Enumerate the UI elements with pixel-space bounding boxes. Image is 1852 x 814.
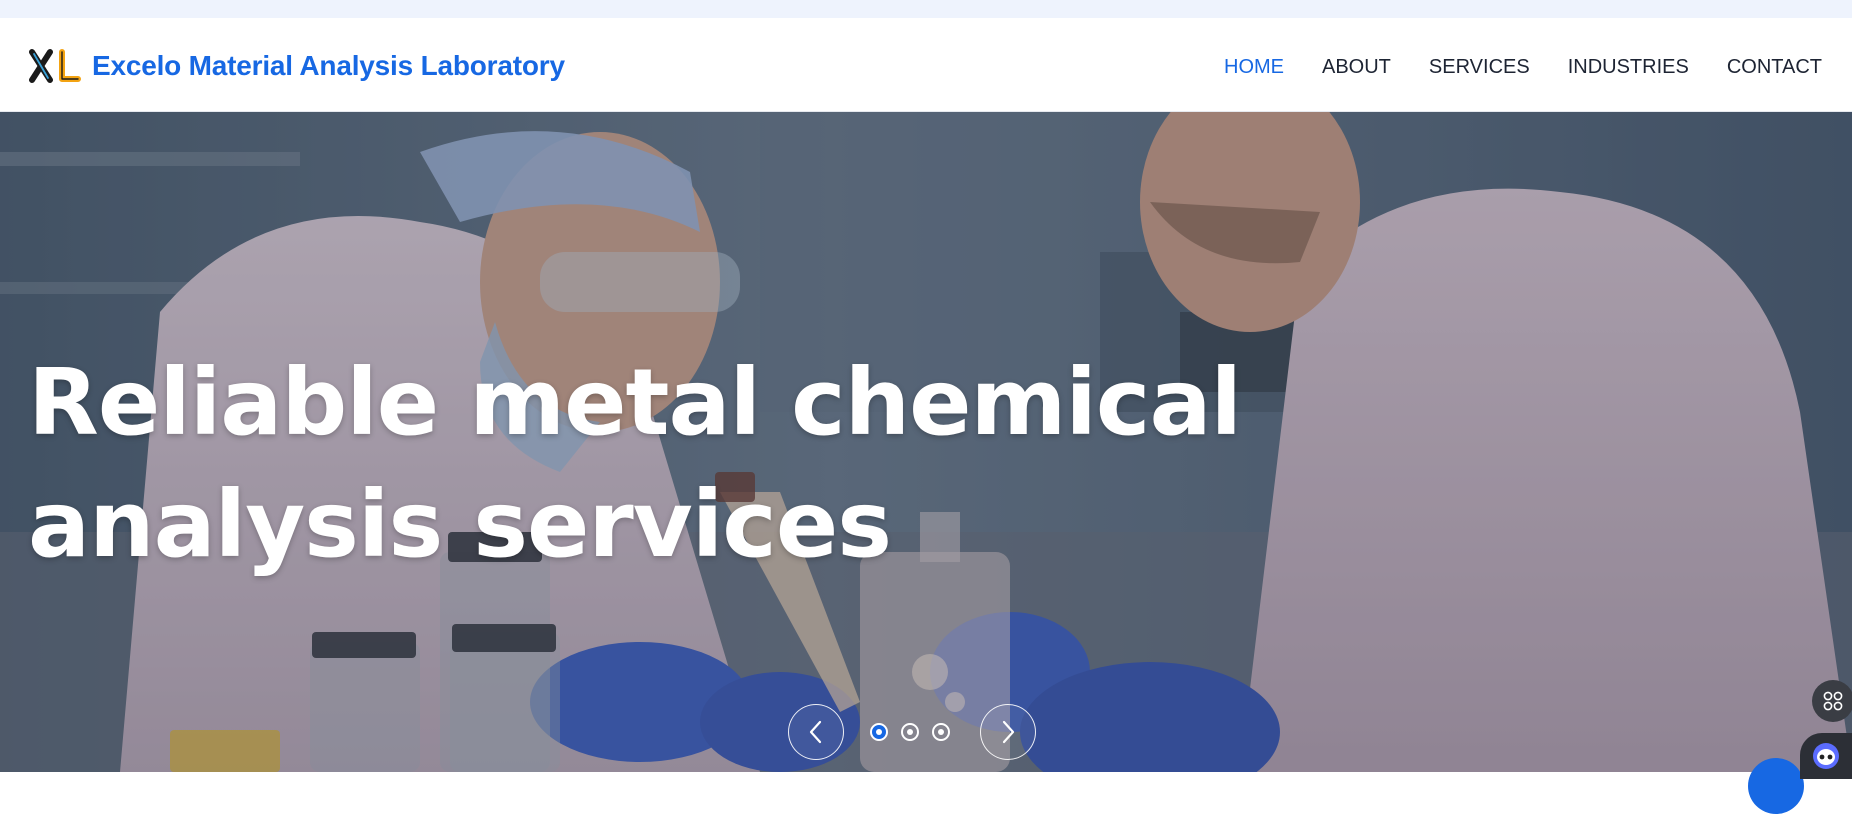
chatbot-icon [1813, 743, 1839, 769]
apps-grid-button[interactable] [1812, 680, 1852, 722]
top-strip [0, 0, 1852, 18]
slider-next-button[interactable] [980, 704, 1036, 760]
xl-logo-icon [29, 49, 81, 83]
slider-dot-3[interactable] [932, 723, 950, 741]
slider-prev-button[interactable] [788, 704, 844, 760]
brand-name: Excelo Material Analysis Laboratory [92, 50, 565, 81]
nav-item-industries[interactable]: INDUSTRIES [1568, 52, 1689, 82]
slider-controls [788, 704, 1038, 760]
nav-item-about[interactable]: ABOUT [1322, 52, 1391, 82]
slider-dots [870, 723, 950, 741]
floating-action-button[interactable] [1748, 758, 1804, 814]
chevron-right-icon [1002, 720, 1015, 744]
slider-dot-1[interactable] [870, 723, 888, 741]
brand[interactable]: Excelo Material Analysis Laboratory [28, 48, 565, 84]
nav-item-services[interactable]: SERVICES [1429, 52, 1530, 82]
site-header: Excelo Material Analysis Laboratory HOME… [0, 18, 1852, 112]
slider-dot-2[interactable] [901, 723, 919, 741]
chevron-left-icon [809, 720, 822, 744]
nav-item-contact[interactable]: CONTACT [1727, 52, 1822, 82]
chatbot-button[interactable] [1800, 733, 1852, 779]
hero-slider: Reliable metal chemical analysis service… [0, 112, 1852, 772]
hero-title: Reliable metal chemical analysis service… [28, 349, 1242, 578]
main-nav: HOME ABOUT SERVICES INDUSTRIES CONTACT [1186, 52, 1822, 82]
apps-grid-icon [1823, 691, 1843, 711]
nav-item-home[interactable]: HOME [1224, 52, 1284, 82]
